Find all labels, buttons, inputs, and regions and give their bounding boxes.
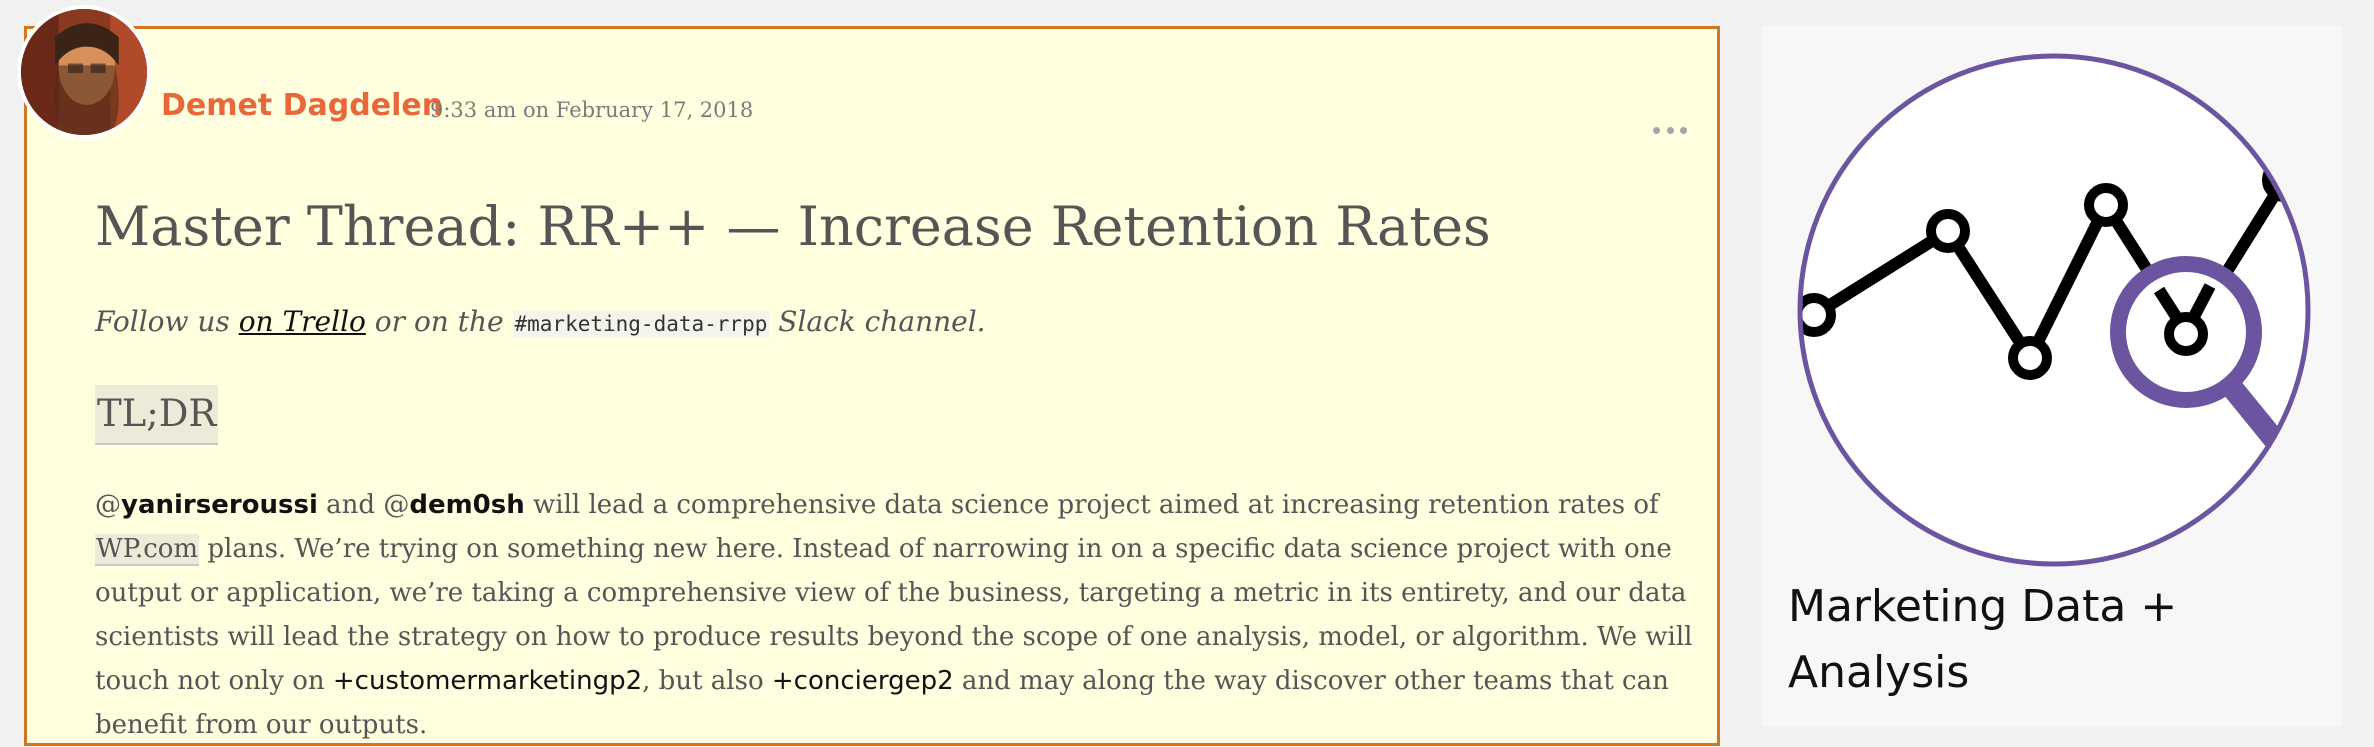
author-avatar[interactable] xyxy=(17,5,151,139)
sidebar-widget: Marketing Data + Analysis xyxy=(1762,26,2342,726)
trello-link[interactable]: on Trello xyxy=(239,305,366,338)
mention-dem0sh[interactable]: @dem0sh xyxy=(383,490,524,520)
post-body: @yanirseroussi and @dem0sh will lead a c… xyxy=(95,483,1695,747)
sidebar-title[interactable]: Marketing Data + Analysis xyxy=(1788,574,2318,706)
post-card: Master Thread: RR++ — Increase Retention… xyxy=(24,26,1720,746)
author-name[interactable]: Demet Dagdelen xyxy=(161,88,443,123)
more-options-icon[interactable] xyxy=(1653,120,1687,140)
tag-conciergep2[interactable]: +conciergep2 xyxy=(772,666,954,696)
body-line-5: touch not only on +customermarketingp2, … xyxy=(95,666,1669,696)
body-line-4: scientists will lead the strategy on how… xyxy=(95,622,1693,652)
tag-customermarketingp2[interactable]: +customermarketingp2 xyxy=(333,666,642,696)
post-timestamp[interactable]: 9:33 am on February 17, 2018 xyxy=(430,98,753,122)
body-line-2: WP.com plans. We’re trying on something … xyxy=(95,534,1672,566)
avatar-photo xyxy=(21,9,147,135)
mention-yanirseroussi[interactable]: @yanirseroussi xyxy=(95,490,318,520)
tldr-heading: TL;DR xyxy=(95,385,219,445)
post-title: Master Thread: RR++ — Increase Retention… xyxy=(95,195,1491,258)
body-line-6: benefit from our outputs. xyxy=(95,710,428,740)
follow-line: Follow us on Trello or on the #marketing… xyxy=(95,305,986,338)
slack-channel: #marketing-data-rrpp xyxy=(512,311,770,337)
chart-magnifier-logo-icon xyxy=(1794,50,2314,570)
body-line-3: output or application, we’re taking a co… xyxy=(95,578,1687,608)
wpcom-link[interactable]: WP.com xyxy=(95,534,200,566)
body-line-1: @yanirseroussi and @dem0sh will lead a c… xyxy=(95,490,1659,520)
